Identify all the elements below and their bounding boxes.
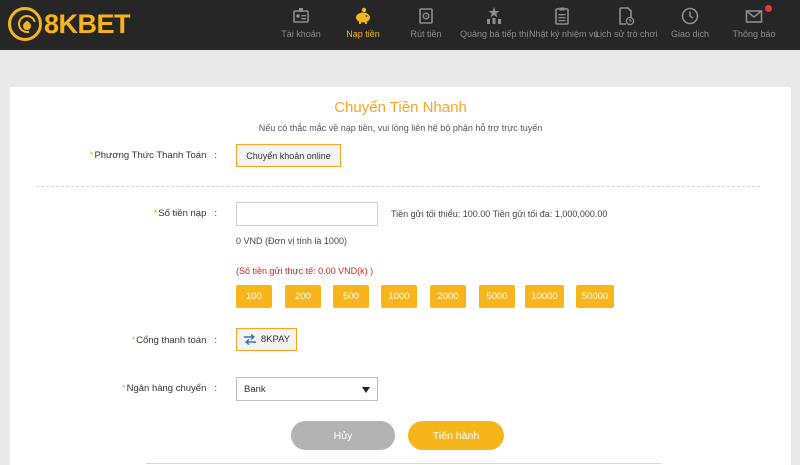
required-marker: * (153, 208, 158, 218)
envelope-icon (745, 10, 763, 23)
footer-divider (146, 463, 661, 464)
nav-item-withdraw[interactable]: Rút tiền (398, 0, 454, 50)
required-marker: * (131, 335, 136, 345)
label-colon: : (214, 150, 217, 161)
section-divider (36, 186, 760, 187)
nav-item-label: Tài khoản (281, 29, 321, 39)
piggy-bank-icon (356, 7, 370, 24)
nav-item-label: Quảng bá tiếp thị (460, 29, 529, 39)
gateway-label-text: Cổng thanh toán (136, 335, 207, 346)
quick-amount-button[interactable]: 50000 (576, 285, 614, 308)
quick-amount-button[interactable]: 10000 (525, 285, 564, 308)
nav-item-deposit[interactable]: Nạp tiền (336, 0, 390, 50)
nav-item-label: Thông báo (732, 29, 776, 39)
page-title: Chuyển Tiền Nhanh (334, 99, 467, 116)
logo-emblem-icon (8, 7, 42, 41)
amount-label: *Số tiền nạp: (154, 208, 217, 219)
bank-select[interactable]: Bank (236, 377, 378, 401)
bank-label-text: Ngân hàng chuyển (126, 383, 207, 394)
notification-badge (765, 5, 772, 12)
required-marker: * (122, 383, 126, 393)
amount-label-text: Số tiền nạp (158, 208, 207, 219)
cancel-button[interactable]: Hủy (291, 421, 395, 450)
gateway-option[interactable]: 8KPAY (236, 328, 297, 351)
label-colon: : (214, 383, 217, 394)
actual-amount-note: (Số tiền gửi thực tế: 0.00 VND(k) ) (236, 266, 374, 276)
nav-item-account[interactable]: Tài khoản (274, 0, 328, 50)
quick-amount-button[interactable]: 1000 (381, 285, 417, 308)
submit-button[interactable]: Tiến hành (408, 421, 504, 450)
payment-method-option[interactable]: Chuyển khoản online (236, 144, 341, 167)
nav-item-promotion[interactable]: Quảng bá tiếp thị (460, 0, 529, 50)
payment-method-label: *Phương Thức Thanh Toán: (90, 150, 217, 161)
logo-text: 8KBET (44, 8, 131, 39)
support-note: Nếu có thắc mắc về nạp tiền, vui lòng li… (258, 123, 543, 133)
top-navigation-bar: 8KBET Tài khoản Nạp tiền Rút tiền Quảng … (0, 0, 800, 50)
nav-item-label: Nhật ký nhiệm vụ (529, 29, 599, 39)
nav-item-label: Giao dịch (670, 29, 710, 39)
nav-item-label: Nạp tiền (346, 29, 380, 39)
deposit-panel: Chuyển Tiền Nhanh Nếu có thắc mắc về nạp… (10, 87, 791, 465)
nav-item-transactions[interactable]: Giao dịch (664, 0, 716, 50)
gateway-label: *Cổng thanh toán: (132, 335, 217, 346)
deposit-limits: Tiền gửi tối thiểu: 100.00 Tiền gửi tối … (391, 209, 608, 219)
nav-item-label: Lịch sử trò chơi (595, 29, 658, 39)
clock-icon (681, 7, 699, 25)
nav-item-game-history[interactable]: Lịch sử trò chơi (595, 0, 657, 50)
payment-method-label-text: Phương Thức Thanh Toán (94, 150, 207, 161)
quick-amount-button[interactable]: 5000 (479, 285, 515, 308)
main-nav: Tài khoản Nạp tiền Rút tiền Quảng bá tiế… (272, 0, 800, 50)
bank-select-value: Bank (244, 383, 266, 395)
stars-icon (487, 7, 501, 24)
unit-note: 0 VND (Đơn vị tính là 1000) (236, 236, 347, 246)
quick-amount-button[interactable]: 200 (285, 285, 321, 308)
clipboard-icon (555, 7, 569, 25)
label-colon: : (214, 335, 217, 346)
label-colon: : (214, 208, 217, 219)
brand-logo[interactable]: 8KBET (8, 6, 131, 42)
bank-label: *Ngân hàng chuyển: (122, 383, 217, 394)
transfer-arrows-icon (243, 334, 256, 345)
id-card-icon (293, 8, 309, 23)
nav-item-notifications[interactable]: Thông báo (728, 0, 780, 50)
quick-amount-button[interactable]: 500 (333, 285, 369, 308)
document-clock-icon (619, 7, 635, 26)
gateway-option-label: 8KPAY (260, 334, 291, 345)
required-marker: * (89, 150, 94, 160)
quick-amount-button[interactable]: 100 (236, 285, 272, 308)
nav-item-label: Rút tiền (410, 29, 442, 39)
nav-item-task-log[interactable]: Nhật ký nhiệm vụ (529, 0, 599, 50)
quick-amount-button[interactable]: 2000 (430, 285, 466, 308)
chevron-down-icon (362, 387, 370, 393)
amount-input[interactable] (236, 202, 378, 226)
safe-icon (419, 8, 433, 24)
